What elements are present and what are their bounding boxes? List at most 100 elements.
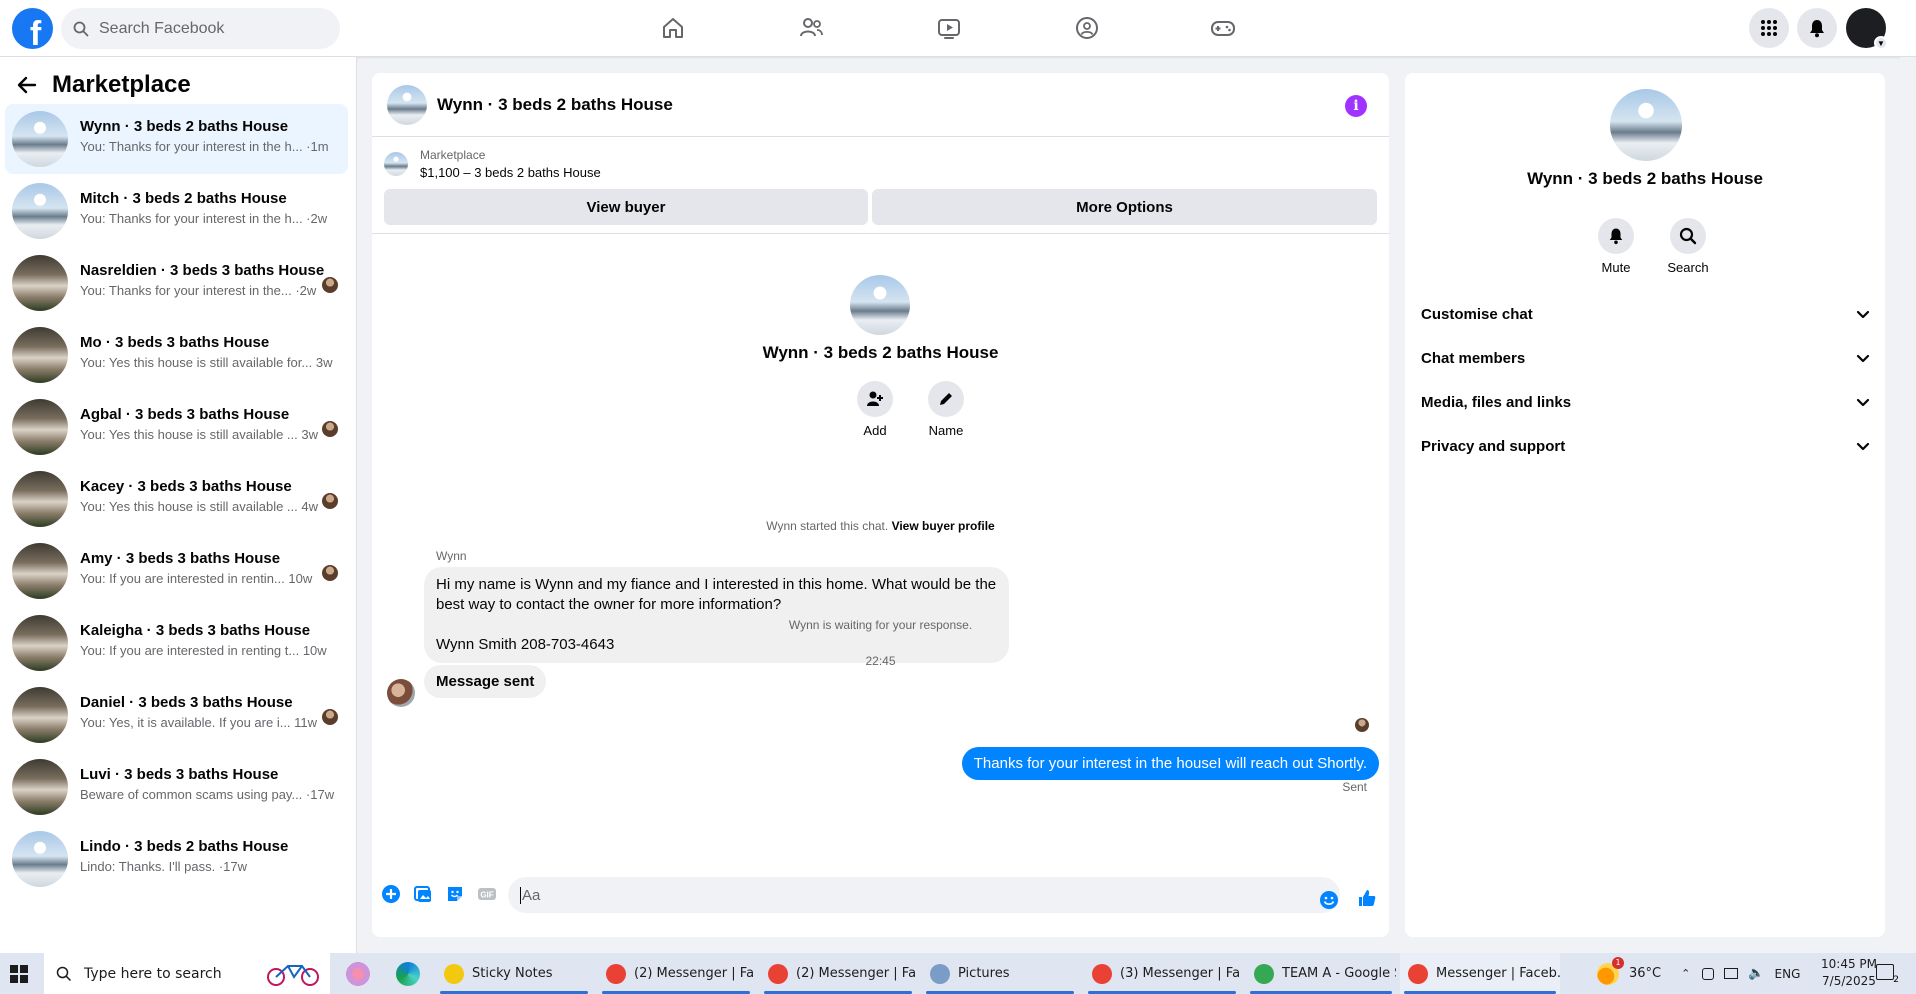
add-people-button[interactable]: Add [845,381,905,438]
sidebar-header: Marketplace [14,71,191,99]
conversation-thumbnail [12,255,68,311]
chevron-down-icon [1856,398,1870,407]
accordion-customise-chat[interactable]: Customise chat [1421,294,1871,334]
conversation-item[interactable]: Luvi · 3 beds 3 baths House Beware of com… [5,752,348,822]
accordion-label: Chat members [1421,349,1526,367]
app-icon [1408,963,1428,984]
search-in-chat-button[interactable]: Search [1658,218,1718,275]
volume-icon[interactable]: 🔈 [1748,966,1764,981]
back-arrow-icon[interactable] [14,72,40,98]
more-options-button[interactable]: More Options [872,189,1377,225]
conversation-item[interactable]: Amy · 3 beds 3 baths House You: If you ar… [5,536,348,606]
read-receipt-avatar [322,709,338,725]
emoji-icon[interactable] [1318,889,1340,911]
notifications-center-icon[interactable]: 2 [1876,964,1899,985]
chat-started-notice: Wynn started this chat. View buyer profi… [372,519,1389,533]
clock-date: 7/5/2025 [1822,974,1876,988]
conversation-preview: Beware of common scams using pay... ·17w [80,787,335,802]
network-icon[interactable] [1724,968,1739,979]
message-input[interactable]: Aa [508,877,1340,913]
facebook-search-input[interactable]: Search Facebook [61,8,340,49]
taskbar-clock[interactable]: 10:45 PM 7/5/2025 [1821,956,1877,990]
listing-thumbnail[interactable] [384,152,408,176]
video-icon[interactable] [934,13,964,43]
view-buyer-button[interactable]: View buyer [384,189,868,225]
cortana-pin-icon[interactable] [346,962,370,986]
message-sent-bubble[interactable]: Message sent [424,665,547,698]
svg-text:GIF: GIF [480,891,493,900]
gif-icon[interactable]: GIF [476,883,498,905]
taskbar-app-button[interactable]: Sticky Notes [436,953,592,994]
conversation-thumbnail [12,471,68,527]
conversation-name: Wynn · 3 beds 2 baths House [80,118,289,135]
chevron-up-icon[interactable]: ⌃ [1681,967,1690,980]
taskbar-app-button[interactable]: (2) Messenger | Fac... [598,953,754,994]
thumbs-up-icon[interactable] [1356,887,1378,909]
conversation-name: Agbal · 3 beds 3 baths House [80,406,290,423]
conversation-name: Lindo · 3 beds 2 baths House [80,838,289,855]
windows-taskbar: Type here to search Sticky Notes (2) Mess… [0,953,1916,994]
conversation-item[interactable]: Wynn · 3 beds 2 baths House You: Thanks f… [5,104,348,174]
incoming-message-bubble[interactable]: Hi my name is Wynn and my fiance and I i… [424,567,1009,663]
conversation-item[interactable]: Kacey · 3 beds 3 baths House You: Yes thi… [5,464,348,534]
chevron-down-icon [1856,310,1870,319]
mute-button[interactable]: Mute [1586,218,1646,275]
weather-badge: 1 [1612,956,1624,969]
conversation-item[interactable]: Agbal · 3 beds 3 baths House You: Yes thi… [5,392,348,462]
windows-start-icon[interactable] [10,965,28,983]
listing-title[interactable]: $1,100 – 3 beds 2 baths House [420,165,601,180]
read-receipt-avatar [322,565,338,581]
meet-now-icon[interactable] [1702,967,1715,980]
photo-icon[interactable] [412,883,434,905]
sticker-icon[interactable] [444,883,466,905]
chat-title[interactable]: Wynn · 3 beds 2 baths House [437,95,673,115]
chat-intro-title: Wynn · 3 beds 2 baths House [762,343,999,362]
conversation-item[interactable]: Kaleigha · 3 beds 3 baths House You: If y… [5,608,348,678]
taskbar-app-button[interactable]: Messenger | Faceb... [1400,953,1560,994]
search-label: Search [1667,260,1709,275]
chat-header-avatar[interactable] [387,85,427,125]
incoming-line: Wynn Smith 208-703-4643 [436,636,615,653]
conversation-preview: You: Yes, it is available. If you are i.… [80,715,318,730]
conversation-item[interactable]: Daniel · 3 beds 3 baths House You: Yes, i… [5,680,348,750]
conversation-item[interactable]: Mitch · 3 beds 2 baths House You: Thanks … [5,176,348,246]
groups-icon[interactable] [1072,13,1102,43]
edge-browser-icon[interactable] [396,962,420,986]
conversation-item[interactable]: Mo · 3 beds 3 baths House You: Yes this h… [5,320,348,390]
conversation-item[interactable]: Nasreldien · 3 beds 3 baths House You: Th… [5,248,348,318]
conversation-thumbnail [12,831,68,887]
sender-avatar[interactable] [387,679,415,707]
edit-name-button[interactable]: Name [916,381,976,438]
marketplace-inbox-sidebar: Marketplace Wynn · 3 beds 2 baths House Y… [0,57,357,953]
info-icon[interactable]: i [1345,95,1367,117]
conversation-thumbnail [12,759,68,815]
accordion-chat-members[interactable]: Chat members [1421,338,1871,378]
gaming-icon[interactable] [1208,13,1238,43]
taskbar-app-button[interactable]: Pictures [922,953,1078,994]
taskbar-app-button[interactable]: TEAM A - Google S... [1246,953,1396,994]
plus-circle-icon[interactable] [380,883,402,905]
accordion-media-files-links[interactable]: Media, files and links [1421,382,1871,422]
conversation-item[interactable]: Lindo · 3 beds 2 baths House Lindo: Thank… [5,824,348,894]
weather-icon[interactable]: 1 [1597,956,1624,985]
conversation-name: Daniel · 3 beds 3 baths House [80,694,293,711]
page-scrollbar[interactable] [1900,57,1916,953]
friends-icon[interactable] [796,13,826,43]
home-icon[interactable] [658,13,688,43]
conversation-preview: You: If you are interested in rentin... … [80,571,313,586]
notifications-bell-icon[interactable] [1797,8,1837,48]
menu-grid-icon[interactable] [1749,8,1789,48]
facebook-logo[interactable]: f [12,8,53,49]
accordion-privacy-support[interactable]: Privacy and support [1421,426,1871,466]
conversation-preview: You: Yes this house is still available .… [80,499,318,514]
read-receipt-avatar [322,493,338,509]
input-language[interactable]: ENG [1775,967,1801,981]
app-icon [444,963,464,984]
taskbar-app-button[interactable]: (3) Messenger | Fac... [1084,953,1240,994]
profile-avatar[interactable]: ▼ [1846,8,1888,50]
outgoing-message-bubble[interactable]: Thanks for your interest in the houseI w… [961,747,1379,780]
notification-count: 2 [1893,975,1899,985]
temperature[interactable]: 36°C [1629,966,1661,981]
taskbar-app-button[interactable]: (2) Messenger | Fac... [760,953,916,994]
view-buyer-profile-link[interactable]: View buyer profile [892,519,995,533]
